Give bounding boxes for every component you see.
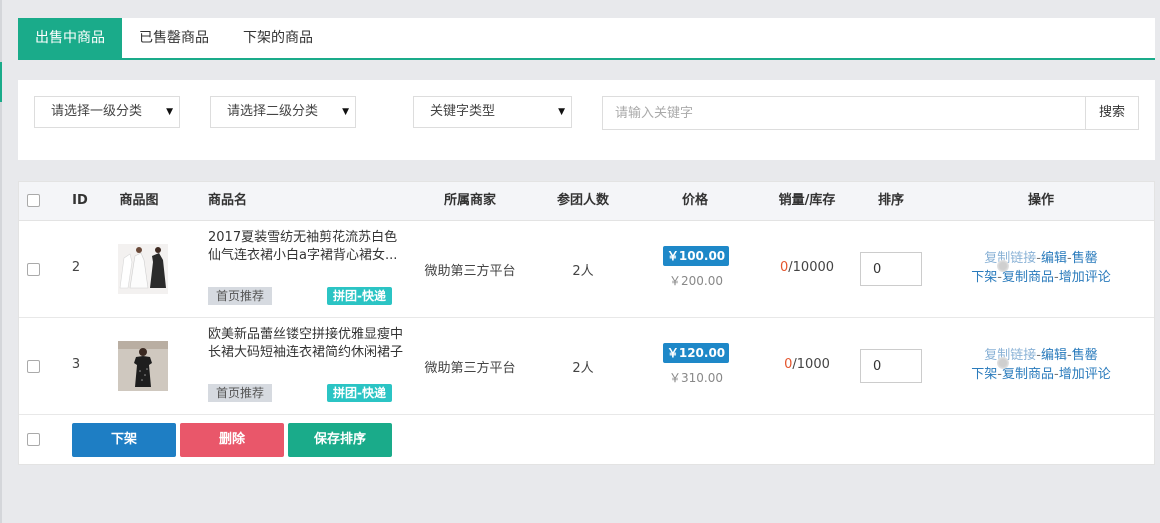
search-button[interactable]: 搜索 xyxy=(1085,96,1139,130)
copy-product-action[interactable]: 复制商品 xyxy=(1002,367,1054,382)
select-all-checkbox[interactable] xyxy=(27,194,40,207)
off-shelf-action[interactable]: 下架 xyxy=(971,270,997,285)
sold-out-action[interactable]: 售罄 xyxy=(1072,251,1098,266)
header-actions: 操作 xyxy=(1027,193,1055,208)
category2-select[interactable]: 请选择二级分类 ▼ xyxy=(210,96,356,128)
group-express-tag: 拼团-快递 xyxy=(327,287,392,305)
product-name[interactable]: 欧美新品蕾丝镂空拼接优雅显瘦中长裙大码短袖连衣裙简约休闲裙子 xyxy=(208,326,404,380)
bulk-select-checkbox[interactable] xyxy=(27,433,40,446)
row-checkbox[interactable] xyxy=(27,263,40,276)
home-recommend-tag: 首页推荐 xyxy=(208,287,273,305)
dress-image-icon xyxy=(118,341,168,391)
copy-product-action[interactable]: 复制商品 xyxy=(1002,270,1054,285)
merchant-name: 微助第三方平台 xyxy=(424,264,516,279)
row-actions: 复制链接-编辑-售罄 下架-复制商品-增加评论 xyxy=(971,249,1110,287)
row-checkbox[interactable] xyxy=(27,360,40,373)
group-express-tag: 拼团-快递 xyxy=(327,384,392,402)
copy-link-action[interactable]: 复制链接 xyxy=(984,348,1036,363)
stock-count: /10000 xyxy=(788,260,835,275)
table-header: ID 商品图 商品名 所属商家 参团人数 价格 销量/库存 排序 操作 xyxy=(19,182,1154,221)
header-merchant: 所属商家 xyxy=(443,193,497,208)
save-sort-button[interactable]: 保存排序 xyxy=(288,423,392,457)
actions-line-2: 下架-复制商品-增加评论 xyxy=(971,268,1110,287)
participants-count: 2人 xyxy=(572,264,594,279)
row-id: 3 xyxy=(71,357,81,372)
product-thumbnail[interactable] xyxy=(118,341,168,391)
add-review-action[interactable]: 增加评论 xyxy=(1059,270,1111,285)
edit-action[interactable]: 编辑 xyxy=(1041,251,1067,266)
caret-down-icon: ▼ xyxy=(342,107,349,117)
table-row: 3 欧美新品蕾丝镂空拼接优雅显瘦中长裙大码短袖连衣裙简约休闲裙子 首页推荐 拼团… xyxy=(19,317,1154,415)
tab-off-shelf[interactable]: 下架的商品 xyxy=(226,18,330,58)
price-badge: ￥120.00 xyxy=(663,343,729,363)
bulk-off-shelf-button[interactable]: 下架 xyxy=(72,423,176,457)
left-edge-accent xyxy=(0,62,2,102)
tab-sold-out[interactable]: 已售罄商品 xyxy=(122,18,226,58)
bulk-delete-button[interactable]: 删除 xyxy=(180,423,284,457)
merchant-name: 微助第三方平台 xyxy=(424,361,516,376)
add-review-action[interactable]: 增加评论 xyxy=(1059,367,1111,382)
dress-image-icon xyxy=(118,244,168,294)
table-row: 2 2017夏装雪纺无袖剪花流苏白色仙气连衣裙小白a字裙背心裙女... 首页推荐… xyxy=(19,220,1154,318)
keyword-type-select[interactable]: 关键字类型 ▼ xyxy=(413,96,572,128)
caret-down-icon: ▼ xyxy=(558,107,565,117)
stock-count: /1000 xyxy=(792,357,830,372)
price-badge: ￥100.00 xyxy=(663,246,729,266)
header-id: ID xyxy=(72,193,88,208)
product-name[interactable]: 2017夏装雪纺无袖剪花流苏白色仙气连衣裙小白a字裙背心裙女... xyxy=(208,229,404,283)
header-image: 商品图 xyxy=(119,193,159,208)
keyword-input[interactable] xyxy=(602,96,1086,130)
loading-icon xyxy=(997,357,1009,369)
original-price: ￥200.00 xyxy=(669,274,723,288)
copy-link-action[interactable]: 复制链接 xyxy=(984,251,1036,266)
product-thumbnail[interactable] xyxy=(118,244,168,294)
actions-line-2: 下架-复制商品-增加评论 xyxy=(971,365,1110,384)
actions-line-1: 复制链接-编辑-售罄 xyxy=(971,346,1110,365)
category2-select-label: 请选择二级分类 xyxy=(227,104,319,119)
edit-action[interactable]: 编辑 xyxy=(1041,348,1067,363)
sold-out-action[interactable]: 售罄 xyxy=(1072,348,1098,363)
tab-on-sale[interactable]: 出售中商品 xyxy=(18,18,122,58)
row-actions: 复制链接-编辑-售罄 下架-复制商品-增加评论 xyxy=(971,346,1110,384)
header-sales-stock: 销量/库存 xyxy=(778,193,836,208)
original-price: ￥310.00 xyxy=(669,371,723,385)
header-participants: 参团人数 xyxy=(556,193,610,208)
tab-bar: 出售中商品 已售罄商品 下架的商品 xyxy=(18,18,1155,60)
home-recommend-tag: 首页推荐 xyxy=(208,384,273,402)
sort-input[interactable] xyxy=(860,252,922,286)
keyword-type-select-label: 关键字类型 xyxy=(430,104,496,119)
row-id: 2 xyxy=(71,260,81,275)
category1-select[interactable]: 请选择一级分类 ▼ xyxy=(34,96,180,128)
category1-select-label: 请选择一级分类 xyxy=(51,104,143,119)
actions-line-1: 复制链接-编辑-售罄 xyxy=(971,249,1110,268)
loading-icon xyxy=(997,260,1009,272)
header-name: 商品名 xyxy=(208,193,248,208)
off-shelf-action[interactable]: 下架 xyxy=(971,367,997,382)
participants-count: 2人 xyxy=(572,361,594,376)
sales-stock: 0/10000 xyxy=(780,260,834,275)
filter-panel: 请选择一级分类 ▼ 请选择二级分类 ▼ 关键字类型 ▼ 搜索 xyxy=(18,80,1155,160)
product-table: ID 商品图 商品名 所属商家 参团人数 价格 销量/库存 排序 操作 2 20… xyxy=(18,181,1155,465)
sort-input[interactable] xyxy=(860,349,922,383)
sales-stock: 0/1000 xyxy=(784,357,830,372)
header-sort: 排序 xyxy=(877,193,905,208)
bulk-actions-bar: 下架 删除 保存排序 xyxy=(19,415,1154,465)
header-price: 价格 xyxy=(681,193,709,208)
caret-down-icon: ▼ xyxy=(166,107,173,117)
